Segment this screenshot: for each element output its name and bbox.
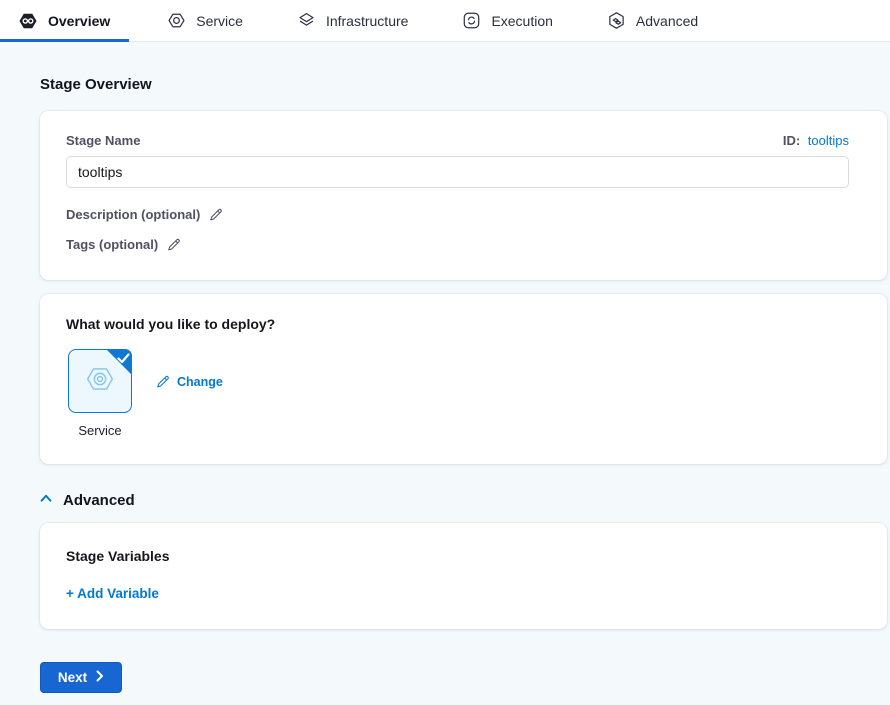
tab-overview-label: Overview — [48, 13, 110, 29]
change-link-label: Change — [177, 375, 223, 389]
advanced-section-title: Advanced — [63, 492, 135, 509]
tab-advanced-label: Advanced — [636, 13, 698, 29]
tab-execution-label: Execution — [491, 13, 552, 29]
stage-overview-card: Stage Name ID: tooltips Description (opt… — [40, 111, 887, 280]
infrastructure-icon — [297, 11, 316, 30]
stage-tabbar: Overview Service Infrastructure Exe — [0, 0, 890, 42]
stage-id-label: ID: — [783, 133, 800, 148]
advanced-icon — [607, 11, 626, 30]
stage-id: ID: tooltips — [783, 133, 849, 148]
page-title: Stage Overview — [40, 76, 890, 93]
tab-service-label: Service — [196, 13, 243, 29]
execution-icon — [462, 11, 481, 30]
add-variable-link[interactable]: + Add Variable — [66, 586, 849, 601]
deploy-type-tile-wrap: Service — [68, 349, 132, 438]
tab-infrastructure[interactable]: Infrastructure — [281, 0, 424, 41]
tab-overview[interactable]: Overview — [0, 0, 129, 41]
change-deploy-type-link[interactable]: Change — [156, 375, 223, 389]
next-button[interactable]: Next — [40, 662, 122, 693]
deploy-type-card: What would you like to deploy? — [40, 294, 887, 464]
advanced-collapse-toggle[interactable]: Advanced — [38, 491, 890, 510]
service-icon — [167, 11, 186, 30]
stage-overview-panel: Stage Overview Stage Name ID: tooltips D… — [0, 42, 890, 693]
description-label: Description (optional) — [66, 207, 200, 222]
change-pencil-icon — [156, 375, 170, 389]
stage-variables-title: Stage Variables — [66, 548, 849, 564]
edit-tags-pencil-icon[interactable] — [167, 238, 181, 252]
stage-variables-card: Stage Variables + Add Variable — [40, 523, 887, 629]
chevron-right-icon — [96, 670, 104, 685]
chevron-up-icon — [38, 491, 54, 510]
selected-check-icon — [106, 349, 132, 375]
stage-name-label: Stage Name — [66, 133, 140, 148]
tab-infrastructure-label: Infrastructure — [326, 13, 408, 29]
edit-description-pencil-icon[interactable] — [209, 208, 223, 222]
tags-label: Tags (optional) — [66, 237, 158, 252]
overview-stage-icon — [18, 11, 38, 31]
next-button-label: Next — [58, 670, 87, 685]
deploy-question: What would you like to deploy? — [66, 316, 849, 332]
deploy-type-label: Service — [78, 423, 121, 438]
stage-name-input[interactable] — [66, 156, 849, 188]
tab-service[interactable]: Service — [151, 0, 259, 41]
tab-execution[interactable]: Execution — [446, 0, 568, 41]
stage-id-value-link[interactable]: tooltips — [808, 133, 849, 148]
deploy-type-service-tile[interactable] — [68, 349, 132, 413]
tab-advanced[interactable]: Advanced — [591, 0, 714, 41]
